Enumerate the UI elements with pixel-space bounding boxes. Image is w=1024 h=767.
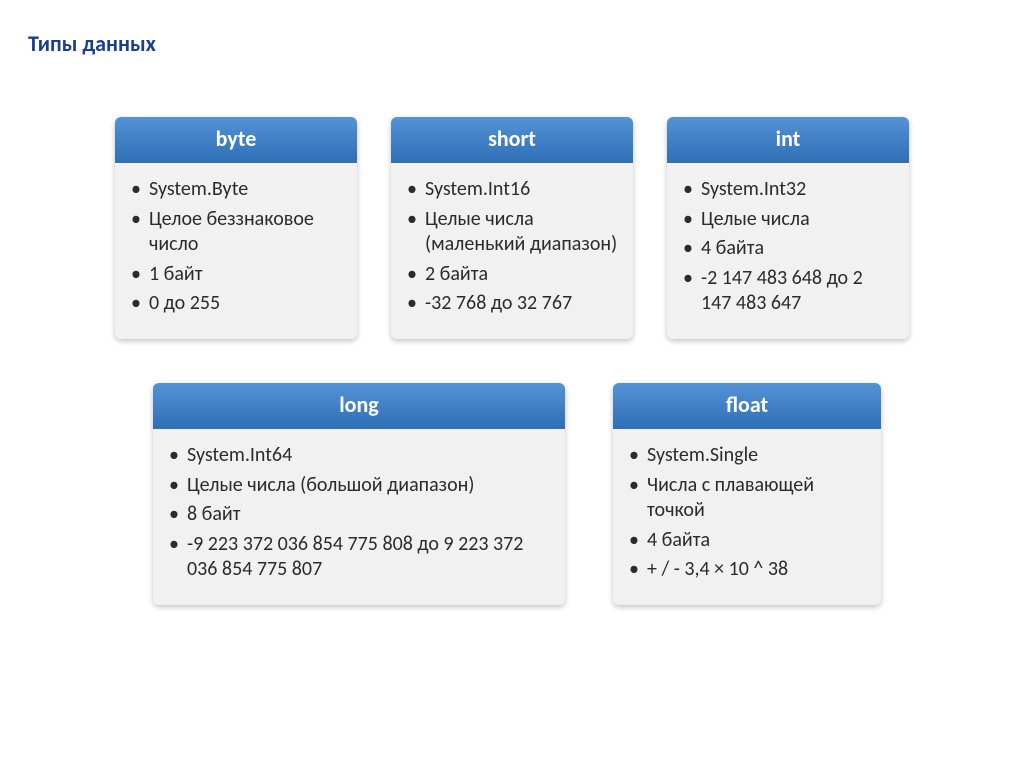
list-item: Целые числа	[681, 207, 895, 233]
list-item: System.Int32	[681, 177, 895, 203]
card-short-header: short	[391, 117, 633, 163]
row-bottom: long System.Int64 Целые числа (большой д…	[20, 383, 1004, 605]
list-item: + / - 3,4 × 10 ^ 38	[627, 557, 867, 583]
card-int: int System.Int32 Целые числа 4 байта -2 …	[667, 117, 909, 339]
list-item: Целые числа (маленький диапазон)	[405, 207, 619, 258]
card-byte: byte System.Byte Целое беззнаковое число…	[115, 117, 357, 339]
list-item: 8 байт	[167, 502, 551, 528]
card-short: short System.Int16 Целые числа (маленьки…	[391, 117, 633, 339]
list-item: 2 байта	[405, 262, 619, 288]
card-short-body: System.Int16 Целые числа (маленький диап…	[391, 163, 633, 339]
list-item: System.Byte	[129, 177, 343, 203]
row-top: byte System.Byte Целое беззнаковое число…	[20, 117, 1004, 339]
card-byte-body: System.Byte Целое беззнаковое число 1 ба…	[115, 163, 357, 339]
card-long-body: System.Int64 Целые числа (большой диапаз…	[153, 429, 565, 605]
list-item: Целые числа (большой диапазон)	[167, 473, 551, 499]
list-item: System.Single	[627, 443, 867, 469]
card-float-body: System.Single Числа с плавающей точкой 4…	[613, 429, 881, 605]
list-item: -9 223 372 036 854 775 808 до 9 223 372 …	[167, 532, 551, 583]
list-item: 4 байта	[681, 236, 895, 262]
card-long: long System.Int64 Целые числа (большой д…	[153, 383, 565, 605]
list-item: 1 байт	[129, 262, 343, 288]
card-byte-header: byte	[115, 117, 357, 163]
list-item: 4 байта	[627, 528, 867, 554]
list-item: -2 147 483 648 до 2 147 483 647	[681, 266, 895, 317]
list-item: System.Int16	[405, 177, 619, 203]
card-int-header: int	[667, 117, 909, 163]
list-item: -32 768 до 32 767	[405, 291, 619, 317]
list-item: System.Int64	[167, 443, 551, 469]
list-item: 0 до 255	[129, 291, 343, 317]
list-item: Числа с плавающей точкой	[627, 473, 867, 524]
card-int-body: System.Int32 Целые числа 4 байта -2 147 …	[667, 163, 909, 339]
list-item: Целое беззнаковое число	[129, 207, 343, 258]
card-long-header: long	[153, 383, 565, 429]
page-title: Типы данных	[28, 30, 1004, 57]
card-float-header: float	[613, 383, 881, 429]
card-float: float System.Single Числа с плавающей то…	[613, 383, 881, 605]
